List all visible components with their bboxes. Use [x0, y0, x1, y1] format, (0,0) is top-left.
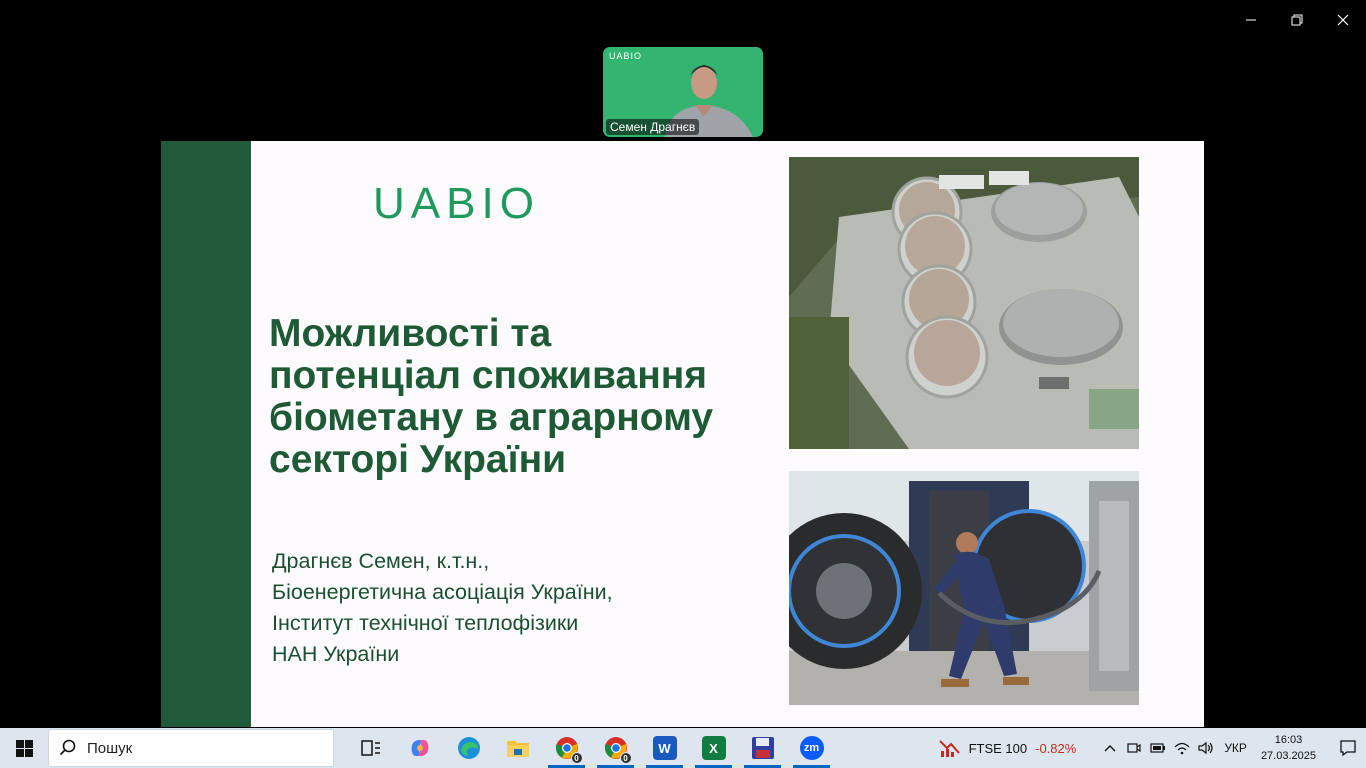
chevron-up-icon [1104, 745, 1116, 752]
edge-button[interactable] [444, 728, 493, 768]
chrome-button-2[interactable]: 0 [591, 728, 640, 768]
close-icon [1337, 14, 1349, 26]
zoom-button[interactable]: zm [787, 728, 836, 768]
volume-icon[interactable] [1194, 728, 1218, 768]
close-button[interactable] [1320, 0, 1366, 40]
title-line: потенціал споживання [269, 354, 708, 397]
slide-accent-stripe [161, 141, 251, 727]
author-line: Інститут технічної теплофізики [272, 611, 579, 635]
system-tray: FTSE 100 -0.82% УКР 16:03 27.03.2025 [938, 728, 1366, 768]
chrome-profile-badge: 0 [570, 752, 583, 764]
author-line: Біоенергетична асоціація України, [272, 580, 613, 604]
methane-tractor-photo [789, 471, 1139, 705]
wifi-icon[interactable] [1170, 728, 1194, 768]
chrome-button-1[interactable]: 0 [542, 728, 591, 768]
restore-icon [1291, 14, 1303, 26]
zoom-meeting-window: UABIO Семен Драгнєв UABIO Можливості та … [0, 0, 1366, 768]
stock-name: FTSE 100 [968, 740, 1028, 756]
folder-icon [506, 741, 529, 757]
participant-video-tile[interactable]: UABIO Семен Драгнєв [603, 47, 763, 137]
notification-icon [1340, 740, 1356, 757]
chrome-icon: 0 [604, 736, 632, 764]
search-placeholder: Пошук [87, 739, 133, 757]
battery-icon[interactable] [1146, 728, 1170, 768]
window-controls [1228, 0, 1366, 40]
shared-presentation-slide: UABIO Можливості та потенціал споживання… [161, 141, 1204, 727]
zoom-icon: zm [799, 736, 824, 760]
input-language-indicator[interactable]: УКР [1224, 741, 1247, 755]
stock-down-icon [938, 740, 960, 757]
restore-button[interactable] [1274, 0, 1320, 40]
title-line: біометану в аграрному [269, 396, 714, 439]
notifications-button[interactable] [1330, 728, 1366, 768]
meet-now-icon[interactable] [1122, 728, 1146, 768]
task-view-icon [360, 740, 380, 756]
slide-author-block: Драгнєв Семен, к.т.н., Біоенергетична ас… [272, 546, 772, 670]
minimize-icon [1246, 19, 1256, 21]
search-icon [59, 739, 76, 756]
copilot-button[interactable] [395, 728, 444, 768]
author-line: Драгнєв Семен, к.т.н., [272, 549, 490, 573]
participant-name: Семен Драгнєв [606, 119, 700, 135]
chrome-profile-badge: 0 [619, 752, 632, 764]
clock-time: 16:03 [1274, 734, 1303, 746]
copilot-icon [411, 740, 428, 756]
save-app-button[interactable] [738, 728, 787, 768]
title-line: Можливості та [269, 312, 552, 355]
excel-button[interactable]: X [689, 728, 738, 768]
word-button[interactable]: W [640, 728, 689, 768]
show-hidden-icons-button[interactable] [1098, 728, 1122, 768]
file-explorer-button[interactable] [493, 728, 542, 768]
task-view-button[interactable] [346, 728, 395, 768]
title-line: секторі України [269, 438, 567, 481]
taskbar-clock[interactable]: 16:03 27.03.2025 [1261, 732, 1316, 764]
chrome-icon: 0 [555, 736, 583, 764]
floppy-icon [751, 737, 774, 759]
slide-title: Можливості та потенціал споживання біоме… [269, 313, 779, 481]
clock-date: 27.03.2025 [1260, 750, 1316, 762]
uabio-logo: UABIO [373, 179, 540, 228]
taskbar-search-box[interactable]: Пошук [48, 729, 334, 767]
start-button[interactable] [0, 728, 48, 768]
windows-logo-icon [15, 739, 33, 757]
edge-icon [457, 737, 480, 759]
minimize-button[interactable] [1228, 0, 1274, 40]
author-line: НАН України [272, 642, 400, 666]
excel-icon: X [701, 736, 726, 760]
word-icon: W [652, 736, 677, 760]
windows-taskbar: Пошук 0 0 W X zm FTSE 100 -0.82% УКР 16:… [0, 728, 1366, 768]
stock-widget[interactable]: FTSE 100 -0.82% [938, 738, 1077, 758]
stock-change: -0.82% [1035, 740, 1077, 756]
biogas-plant-photo [789, 157, 1139, 449]
